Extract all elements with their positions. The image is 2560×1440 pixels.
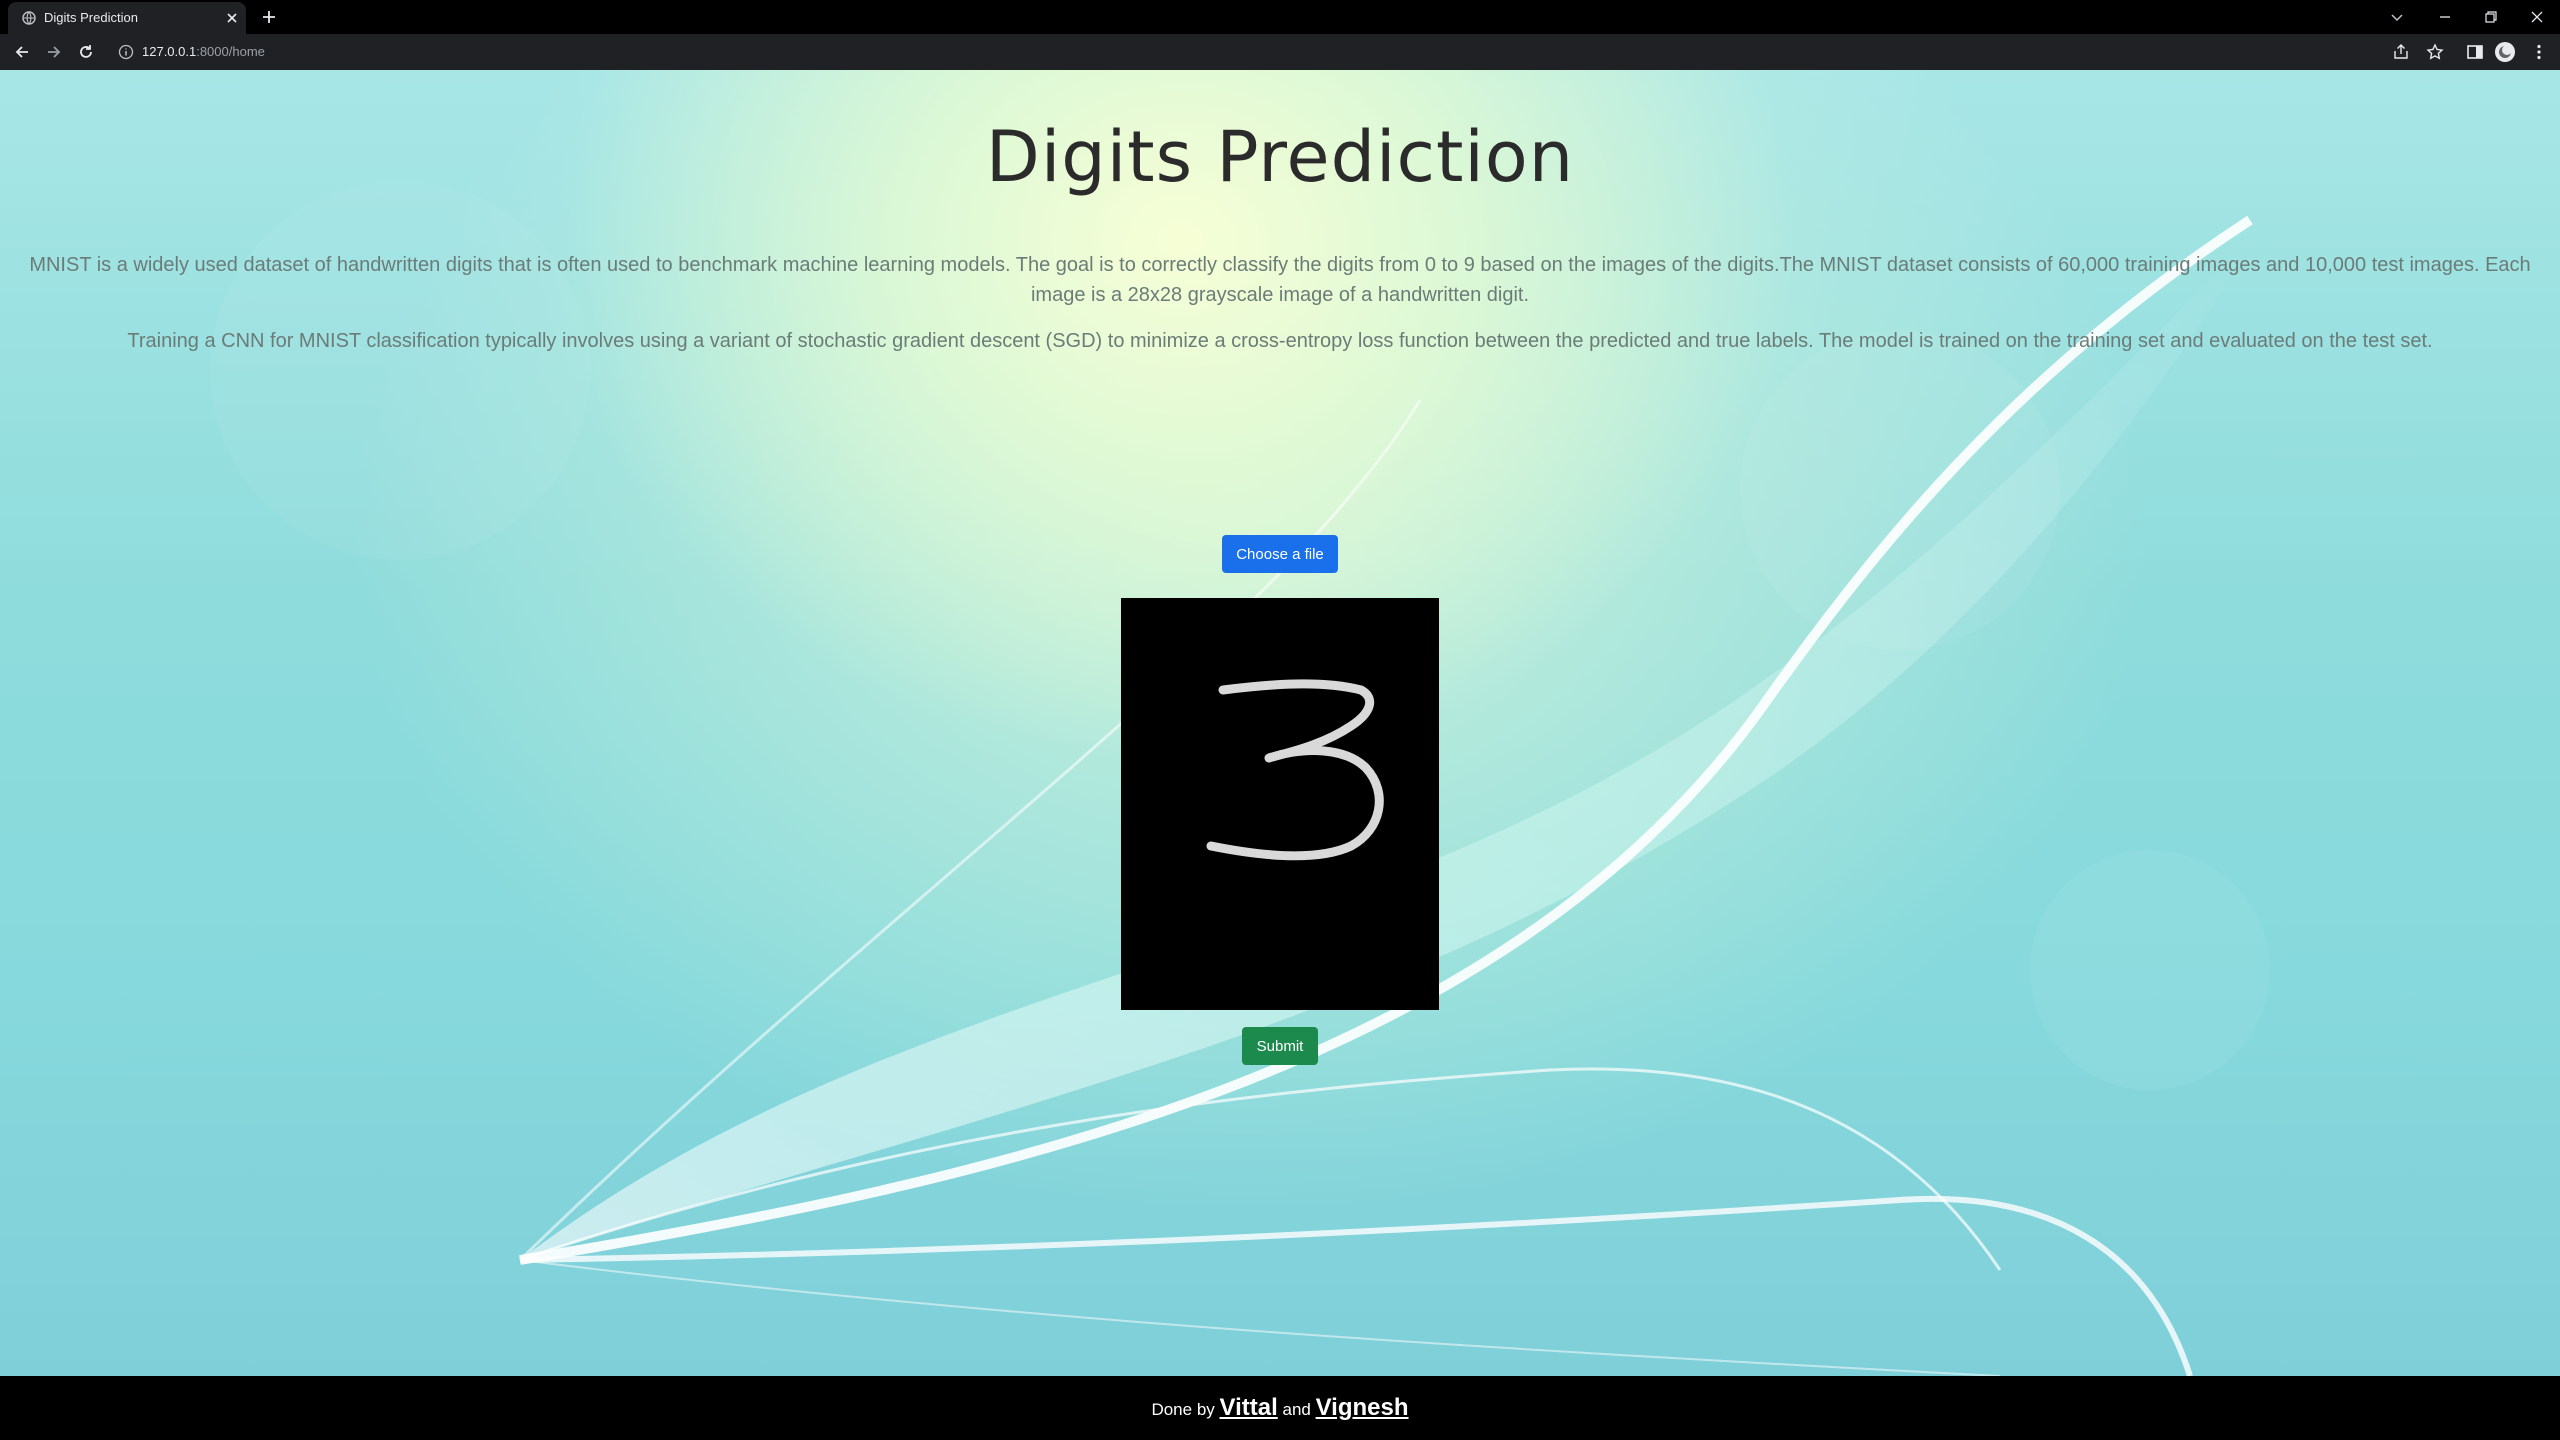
choose-file-button[interactable]: Choose a file [1222,535,1338,573]
footer: Done by Vittal and Vignesh [0,1376,2560,1440]
more-icon[interactable] [2530,43,2548,61]
star-icon[interactable] [2426,43,2444,61]
footer-prefix: Done by [1151,1400,1215,1419]
sidebar-icon[interactable] [2466,43,2484,61]
url-path: :8000/home [196,44,265,59]
url-host: 127.0.0.1 [142,44,197,59]
handwritten-digit-image [1206,679,1384,861]
author-link-vignesh[interactable]: Vignesh [1316,1394,1409,1421]
plus-icon[interactable] [260,8,278,26]
browser-tab[interactable]: Digits Prediction [8,2,246,34]
uploaded-image-preview [1121,598,1439,1010]
reload-icon[interactable] [76,42,96,62]
forward-icon[interactable] [44,42,64,62]
browser-toolbar: 127.0.0.1:8000/home [0,34,2560,70]
footer-joiner: and [1282,1400,1311,1419]
footer-credits: Done by Vittal and Vignesh [0,1394,2560,1422]
url-text: 127.0.0.1:8000/home [142,44,265,59]
description-paragraph-1: MNIST is a widely used dataset of handwr… [29,254,2531,306]
description-paragraph-2: Training a CNN for MNIST classification … [127,330,2433,352]
page-title: Digits Prediction [985,116,1575,198]
address-bar[interactable]: 127.0.0.1:8000/home [108,38,2354,66]
minimize-icon[interactable] [2434,6,2456,28]
browser-tab-bar: Digits Prediction [0,0,2560,34]
page-viewport: Digits Prediction MNIST is a widely used… [0,70,2560,1376]
back-icon[interactable] [12,42,32,62]
globe-icon [22,11,36,25]
tab-title: Digits Prediction [44,10,138,25]
share-icon[interactable] [2392,43,2410,61]
submit-button[interactable]: Submit [1242,1027,1318,1065]
info-icon[interactable] [118,44,134,60]
chevron-down-icon[interactable] [2386,6,2408,28]
close-icon[interactable] [224,10,240,26]
profile-icon[interactable] [2494,41,2516,63]
window-close-icon[interactable] [2526,6,2548,28]
restore-icon[interactable] [2480,6,2502,28]
author-link-vittal[interactable]: Vittal [1220,1394,1278,1421]
